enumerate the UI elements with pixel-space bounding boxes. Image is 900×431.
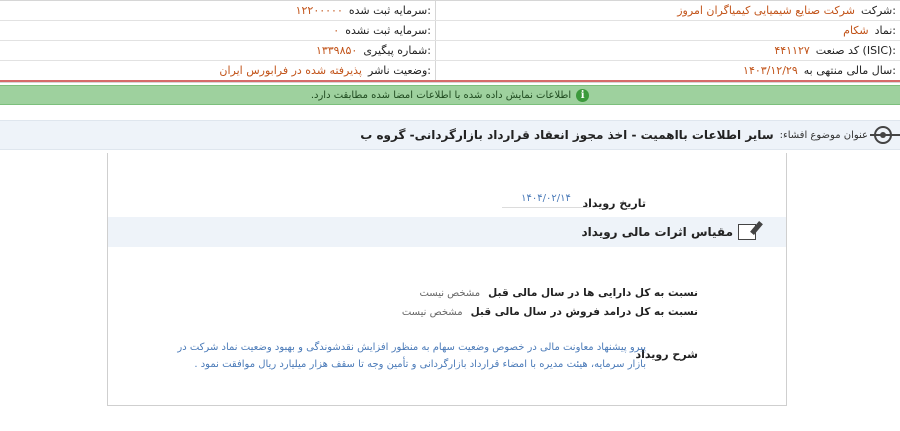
isic-value: ۴۴۱۱۲۷ bbox=[774, 44, 810, 57]
fiscal-year-cell: سال مالی منتهی به: ۱۴۰۳/۱۲/۲۹ bbox=[435, 61, 900, 80]
symbol-cell: نماد: شکام bbox=[435, 21, 900, 40]
isic-label: کد صنعت (ISIC): bbox=[815, 44, 896, 57]
company-cell: شرکت: شرکت صنایع شیمیایی کیمیاگران امروز bbox=[435, 1, 900, 20]
ratio-value: مشخص نیست bbox=[401, 306, 463, 318]
target-icon bbox=[870, 126, 900, 144]
banner-text: اطلاعات نمایش داده شده با اطلاعات امضا ش… bbox=[310, 89, 572, 101]
subject-bar: عنوان موضوع افشاء: سایر اطلاعات بااهمیت … bbox=[0, 120, 900, 150]
symbol-value[interactable]: شکام bbox=[843, 24, 868, 37]
ratio-label: نسبت به کل درامد فروش در سال مالی قبل bbox=[470, 306, 698, 318]
capital-registered-label: سرمایه ثبت شده: bbox=[348, 4, 431, 17]
info-icon: i bbox=[576, 88, 590, 102]
ratio-row-assets: نسبت به کل دارایی ها در سال مالی قبل مشخ… bbox=[419, 287, 698, 299]
ratio-row-revenue: نسبت به کل درامد فروش در سال مالی قبل مش… bbox=[402, 306, 698, 318]
ratio-label: نسبت به کل دارایی ها در سال مالی قبل bbox=[488, 287, 698, 299]
fiscal-year-label: سال مالی منتهی به: bbox=[803, 64, 896, 77]
tracking-label: شماره پیگیری: bbox=[363, 44, 431, 57]
ratio-value: مشخص نیست bbox=[419, 287, 481, 299]
fiscal-year-value: ۱۴۰۳/۱۲/۲۹ bbox=[743, 64, 798, 77]
publisher-status-cell: وضعیت ناشر: پذیرفته شده در فرابورس ایران bbox=[0, 61, 435, 80]
company-info-table: شرکت: شرکت صنایع شیمیایی کیمیاگران امروز… bbox=[0, 0, 900, 83]
info-row-2: نماد: شکام سرمایه ثبت نشده: ۰ bbox=[0, 20, 900, 40]
subject-title: سایر اطلاعات بااهمیت - اخذ مجوز انعقاد ق… bbox=[360, 128, 774, 142]
tracking-cell: شماره پیگیری: ۱۳۳۹۸۵۰ bbox=[0, 41, 435, 60]
event-date-value: ۱۴۰۴/۰۲/۱۴ bbox=[502, 193, 590, 208]
capital-unregistered-cell: سرمایه ثبت نشده: ۰ bbox=[0, 21, 435, 40]
info-row-3: کد صنعت (ISIC): ۴۴۱۱۲۷ شماره پیگیری: ۱۳۳… bbox=[0, 40, 900, 60]
company-value[interactable]: شرکت صنایع شیمیایی کیمیاگران امروز bbox=[677, 4, 855, 17]
capital-unregistered-value: ۰ bbox=[333, 24, 340, 37]
info-row-4: سال مالی منتهی به: ۱۴۰۳/۱۲/۲۹ وضعیت ناشر… bbox=[0, 60, 900, 82]
company-label: شرکت: bbox=[860, 4, 896, 17]
symbol-label: نماد: bbox=[874, 24, 896, 37]
isic-cell: کد صنعت (ISIC): ۴۴۱۱۲۷ bbox=[435, 41, 900, 60]
event-date-label: تاریخ رویداد bbox=[582, 197, 646, 210]
publisher-status-label: وضعیت ناشر: bbox=[368, 64, 431, 77]
info-row-1: شرکت: شرکت صنایع شیمیایی کیمیاگران امروز… bbox=[0, 0, 900, 20]
tracking-value: ۱۳۳۹۸۵۰ bbox=[315, 44, 358, 57]
subject-label: عنوان موضوع افشاء: bbox=[779, 129, 868, 141]
publisher-status-value: پذیرفته شده در فرابورس ایران bbox=[219, 64, 362, 77]
capital-registered-value: ۱۲۲۰۰۰۰۰ bbox=[295, 4, 343, 17]
verification-banner: i اطلاعات نمایش داده شده با اطلاعات امضا… bbox=[0, 85, 900, 105]
event-panel: تاریخ رویداد ۱۴۰۴/۰۲/۱۴ مقیاس اثرات مالی… bbox=[107, 153, 787, 406]
financial-effects-header: مقیاس اثرات مالی رویداد bbox=[108, 217, 786, 247]
section-title: مقیاس اثرات مالی رویداد bbox=[581, 225, 733, 239]
capital-registered-cell: سرمایه ثبت شده: ۱۲۲۰۰۰۰۰ bbox=[0, 1, 435, 20]
description-text: پیرو پیشنهاد معاونت مالی در خصوص وضعیت س… bbox=[177, 342, 646, 370]
capital-unregistered-label: سرمایه ثبت نشده: bbox=[345, 24, 431, 37]
edit-icon bbox=[738, 224, 756, 240]
